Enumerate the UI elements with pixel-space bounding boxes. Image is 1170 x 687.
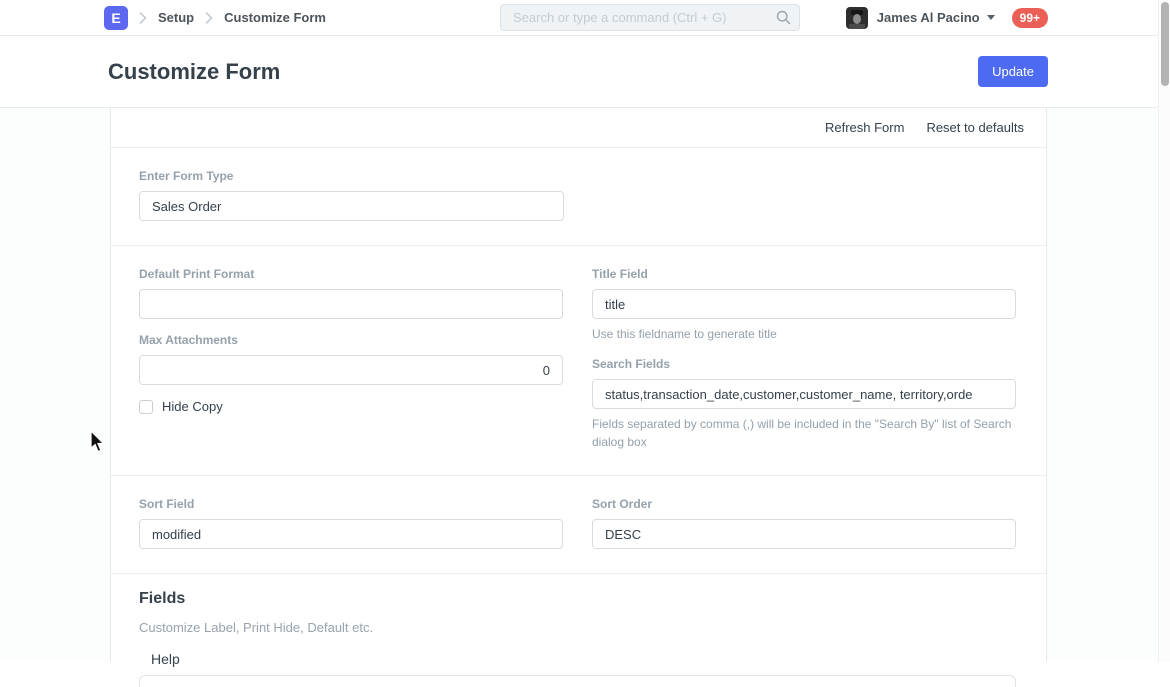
hide-copy-label: Hide Copy (162, 399, 223, 414)
chevron-down-icon (987, 15, 995, 20)
hide-copy-checkbox-row[interactable]: Hide Copy (139, 399, 563, 414)
breadcrumb-chevron-icon (139, 12, 147, 24)
breadcrumb-setup[interactable]: Setup (158, 10, 194, 25)
search-fields-label: Search Fields (592, 357, 1016, 371)
sort-order-input[interactable] (592, 519, 1016, 549)
user-menu[interactable]: James Al Pacino (877, 10, 995, 25)
default-print-format-input[interactable] (139, 289, 563, 319)
sorting-left-column: Sort Field (139, 497, 563, 549)
title-field-help: Use this fieldname to generate title (592, 326, 1016, 343)
search-fields-help: Fields separated by comma (,) will be in… (592, 416, 1016, 451)
title-field-input[interactable] (592, 289, 1016, 319)
enter-form-type-field: Enter Form Type (139, 169, 564, 221)
page-header: Customize Form Update (0, 36, 1170, 108)
navbar-right: James Al Pacino 99+ (846, 7, 1048, 29)
user-avatar[interactable] (846, 7, 868, 29)
user-name: James Al Pacino (877, 10, 980, 25)
max-attachments-input[interactable] (139, 355, 563, 385)
notifications-badge[interactable]: 99+ (1012, 8, 1048, 28)
scrollbar-thumb[interactable] (1161, 2, 1169, 86)
sort-field-label: Sort Field (139, 497, 563, 511)
search-fields-input[interactable] (592, 379, 1016, 409)
navbar: E Setup Customize Form James Al Pacino 9… (0, 0, 1170, 36)
refresh-form-link[interactable]: Refresh Form (825, 120, 904, 135)
properties-right-column: Title Field Use this fieldname to genera… (592, 267, 1016, 451)
title-field-field: Title Field Use this fieldname to genera… (592, 267, 1016, 343)
form-toolbar: Refresh Form Reset to defaults (111, 108, 1046, 148)
sorting-section: Sort Field Sort Order (111, 476, 1046, 574)
max-attachments-label: Max Attachments (139, 333, 563, 347)
enter-form-type-input[interactable] (139, 191, 564, 221)
page-title: Customize Form (108, 59, 280, 85)
form-card: Refresh Form Reset to defaults Enter For… (110, 108, 1047, 661)
app-logo[interactable]: E (104, 6, 128, 30)
fields-section-description: Customize Label, Print Hide, Default etc… (139, 620, 1016, 635)
max-attachments-field: Max Attachments (139, 333, 563, 385)
sort-order-field: Sort Order (592, 497, 1016, 549)
search-input[interactable] (500, 4, 800, 31)
properties-left-column: Default Print Format Max Attachments Hid… (139, 267, 563, 451)
sort-order-label: Sort Order (592, 497, 1016, 511)
fields-section-title: Fields (139, 590, 1016, 608)
scrollbar-track[interactable] (1158, 0, 1170, 662)
breadcrumb-chevron-icon (205, 12, 213, 24)
sorting-right-column: Sort Order (592, 497, 1016, 549)
fields-help-link[interactable]: Help (139, 651, 1016, 667)
fields-section: Fields Customize Label, Print Hide, Defa… (111, 574, 1046, 687)
breadcrumb-customize-form[interactable]: Customize Form (224, 10, 326, 25)
breadcrumb: E Setup Customize Form (104, 6, 326, 30)
properties-section: Default Print Format Max Attachments Hid… (111, 246, 1046, 476)
enter-form-type-label: Enter Form Type (139, 169, 564, 183)
sort-field-input[interactable] (139, 519, 563, 549)
reset-to-defaults-link[interactable]: Reset to defaults (926, 120, 1024, 135)
page-body: Refresh Form Reset to defaults Enter For… (0, 108, 1170, 661)
title-field-label: Title Field (592, 267, 1016, 281)
hide-copy-checkbox[interactable] (139, 400, 153, 414)
default-print-format-field: Default Print Format (139, 267, 563, 319)
search-fields-field: Search Fields Fields separated by comma … (592, 357, 1016, 451)
search-icon (776, 10, 791, 25)
sort-field-field: Sort Field (139, 497, 563, 549)
update-button[interactable]: Update (978, 56, 1048, 87)
fields-grid (139, 675, 1016, 687)
global-search (500, 4, 800, 31)
form-type-section: Enter Form Type (111, 148, 1046, 246)
default-print-format-label: Default Print Format (139, 267, 563, 281)
